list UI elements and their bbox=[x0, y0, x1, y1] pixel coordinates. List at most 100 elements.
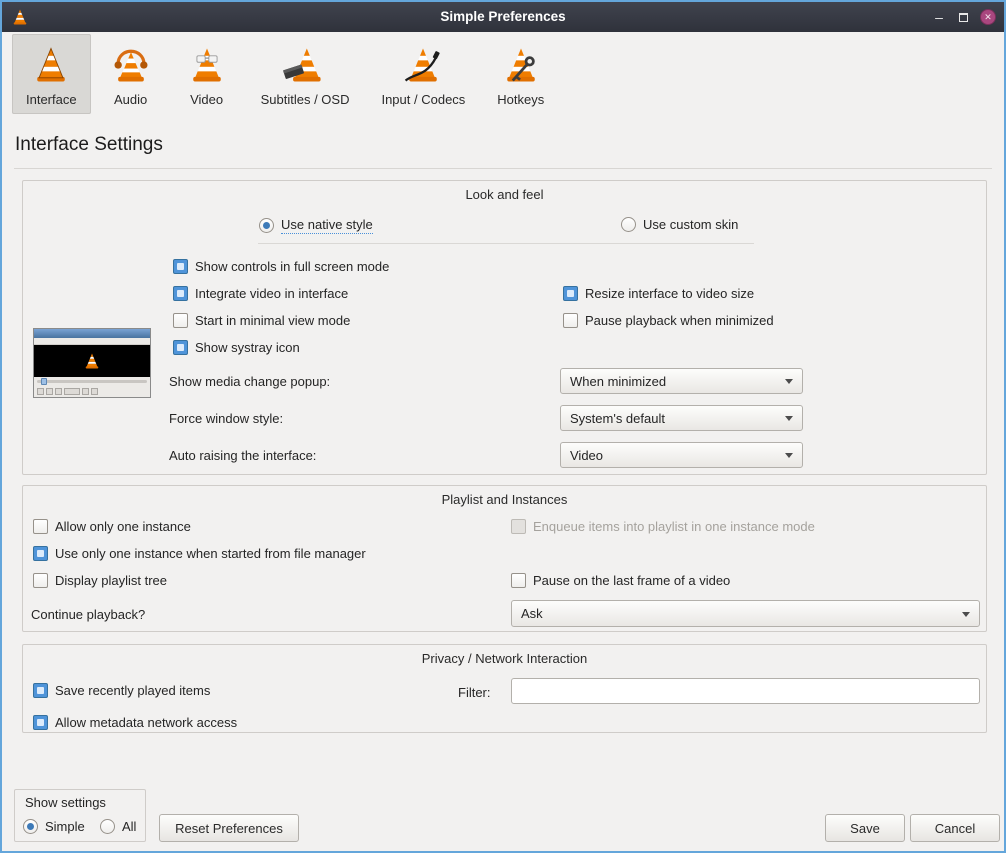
radio-label: Use custom skin bbox=[643, 217, 738, 232]
hotkeys-cone-icon bbox=[499, 43, 543, 87]
checkbox-box bbox=[173, 313, 188, 328]
checkbox-label: Save recently played items bbox=[55, 683, 210, 698]
radio-circle bbox=[259, 218, 274, 233]
audio-headphones-cone-icon bbox=[109, 43, 153, 87]
checkbox-box bbox=[33, 715, 48, 730]
checkbox-display-playlist-tree[interactable]: Display playlist tree bbox=[33, 573, 167, 588]
checkbox-box bbox=[511, 573, 526, 588]
toolbar-item-input-codecs[interactable]: Input / Codecs bbox=[367, 34, 479, 114]
toolbar-item-label: Interface bbox=[26, 92, 77, 107]
checkbox-label: Show controls in full screen mode bbox=[195, 259, 389, 274]
radio-use-native-style[interactable]: Use native style bbox=[259, 217, 373, 234]
window-title: Simple Preferences bbox=[2, 2, 1004, 32]
filter-input[interactable] bbox=[511, 678, 980, 704]
preview-cone-icon bbox=[82, 351, 102, 371]
show-settings-title: Show settings bbox=[25, 795, 106, 810]
group-playlist-instances: Playlist and Instances Allow only one in… bbox=[22, 485, 987, 632]
toolbar-item-label: Audio bbox=[114, 92, 147, 107]
combo-value: Video bbox=[570, 448, 603, 463]
radio-circle bbox=[100, 819, 115, 834]
save-button[interactable]: Save bbox=[825, 814, 905, 842]
checkbox-one-instance-file-manager[interactable]: Use only one instance when started from … bbox=[33, 546, 366, 561]
checkbox-box bbox=[563, 313, 578, 328]
checkbox-show-controls-fullscreen[interactable]: Show controls in full screen mode bbox=[173, 259, 389, 274]
checkbox-allow-one-instance[interactable]: Allow only one instance bbox=[33, 519, 191, 534]
checkbox-metadata-network-access[interactable]: Allow metadata network access bbox=[33, 715, 237, 730]
checkbox-box bbox=[33, 519, 48, 534]
group-title: Privacy / Network Interaction bbox=[23, 651, 986, 666]
combo-value: Ask bbox=[521, 606, 543, 621]
toolbar-item-label: Video bbox=[190, 92, 223, 107]
checkbox-label: Integrate video in interface bbox=[195, 286, 348, 301]
style-separator bbox=[258, 243, 754, 244]
toolbar-item-interface[interactable]: Interface bbox=[12, 34, 91, 114]
media-change-popup-label: Show media change popup: bbox=[169, 374, 330, 389]
checkbox-minimal-view[interactable]: Start in minimal view mode bbox=[173, 313, 350, 328]
interface-cone-icon bbox=[29, 43, 73, 87]
window-controls: – ✕ bbox=[932, 2, 996, 32]
toolbar-item-label: Subtitles / OSD bbox=[261, 92, 350, 107]
checkbox-resize-interface[interactable]: Resize interface to video size bbox=[563, 286, 754, 301]
checkbox-box bbox=[563, 286, 578, 301]
cancel-button[interactable]: Cancel bbox=[910, 814, 1000, 842]
checkbox-box bbox=[173, 286, 188, 301]
checkbox-save-recently-played[interactable]: Save recently played items bbox=[33, 683, 210, 698]
simple-preferences-window: Simple Preferences – ✕ Interface bbox=[0, 0, 1006, 853]
vlc-window-preview-image bbox=[33, 328, 151, 398]
input-codecs-cone-icon bbox=[401, 43, 445, 87]
checkbox-pause-last-frame[interactable]: Pause on the last frame of a video bbox=[511, 573, 730, 588]
video-glasses-cone-icon bbox=[185, 43, 229, 87]
toolbar-item-audio[interactable]: Audio bbox=[95, 34, 167, 114]
restore-button[interactable] bbox=[956, 10, 970, 24]
checkbox-box bbox=[511, 519, 526, 534]
heading-divider bbox=[14, 168, 992, 169]
group-title: Look and feel bbox=[23, 187, 986, 202]
group-privacy-network: Privacy / Network Interaction Save recen… bbox=[22, 644, 987, 733]
checkbox-label: Use only one instance when started from … bbox=[55, 546, 366, 561]
radio-use-custom-skin[interactable]: Use custom skin bbox=[621, 217, 738, 232]
radio-all[interactable]: All bbox=[100, 819, 136, 834]
checkbox-label: Pause on the last frame of a video bbox=[533, 573, 730, 588]
combo-value: When minimized bbox=[570, 374, 666, 389]
preview-menubar bbox=[34, 338, 150, 345]
checkbox-integrate-video[interactable]: Integrate video in interface bbox=[173, 286, 348, 301]
combo-value: System's default bbox=[570, 411, 665, 426]
checkbox-label: Enqueue items into playlist in one insta… bbox=[533, 519, 815, 534]
preview-controls bbox=[34, 385, 150, 397]
checkbox-label: Start in minimal view mode bbox=[195, 313, 350, 328]
preview-seekbar bbox=[34, 377, 150, 385]
toolbar-item-subtitles-osd[interactable]: Subtitles / OSD bbox=[247, 34, 364, 114]
continue-playback-label: Continue playback? bbox=[31, 607, 145, 622]
checkbox-pause-when-minimized[interactable]: Pause playback when minimized bbox=[563, 313, 774, 328]
auto-raising-label: Auto raising the interface: bbox=[169, 448, 316, 463]
window-style-combo[interactable]: System's default bbox=[560, 405, 803, 431]
checkbox-box bbox=[33, 546, 48, 561]
subtitles-cone-icon bbox=[283, 43, 327, 87]
restore-icon bbox=[959, 13, 968, 22]
checkbox-label: Allow metadata network access bbox=[55, 715, 237, 730]
titlebar[interactable]: Simple Preferences – ✕ bbox=[2, 2, 1004, 32]
filter-label: Filter: bbox=[458, 685, 491, 700]
checkbox-label: Display playlist tree bbox=[55, 573, 167, 588]
checkbox-show-systray[interactable]: Show systray icon bbox=[173, 340, 300, 355]
media-change-popup-combo[interactable]: When minimized bbox=[560, 368, 803, 394]
reset-preferences-button[interactable]: Reset Preferences bbox=[159, 814, 299, 842]
preview-video-area bbox=[34, 345, 150, 377]
toolbar-item-video[interactable]: Video bbox=[171, 34, 243, 114]
preview-titlebar bbox=[34, 329, 150, 338]
radio-circle bbox=[621, 217, 636, 232]
radio-label: All bbox=[122, 819, 136, 834]
checkbox-label: Resize interface to video size bbox=[585, 286, 754, 301]
radio-simple[interactable]: Simple bbox=[23, 819, 85, 834]
continue-playback-combo[interactable]: Ask bbox=[511, 600, 980, 627]
checkbox-label: Show systray icon bbox=[195, 340, 300, 355]
radio-circle bbox=[23, 819, 38, 834]
radio-label: Use native style bbox=[281, 217, 373, 234]
close-button[interactable]: ✕ bbox=[980, 9, 996, 25]
toolbar-item-label: Input / Codecs bbox=[381, 92, 465, 107]
toolbar-item-hotkeys[interactable]: Hotkeys bbox=[483, 34, 558, 114]
auto-raising-combo[interactable]: Video bbox=[560, 442, 803, 468]
minimize-button[interactable]: – bbox=[932, 10, 946, 24]
group-title: Playlist and Instances bbox=[23, 492, 986, 507]
checkbox-label: Pause playback when minimized bbox=[585, 313, 774, 328]
